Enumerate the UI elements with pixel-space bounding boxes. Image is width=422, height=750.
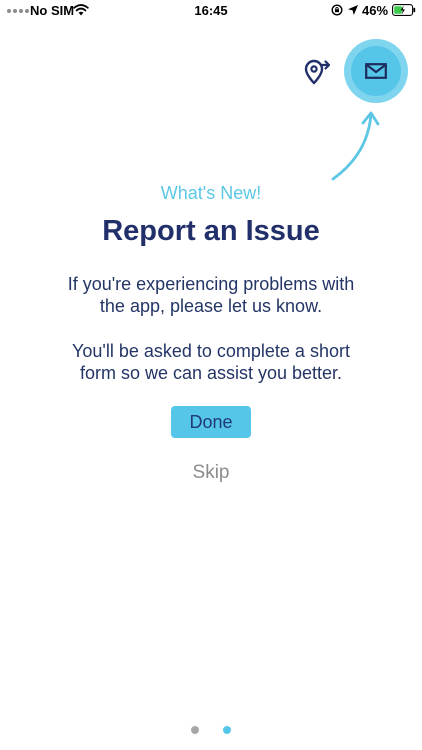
status-bar: No SIM 16:45 46% [0,0,422,22]
whats-new-label: What's New! [160,183,262,203]
battery-charging-icon [392,4,416,16]
description-line: form so we can assist you better. [79,363,343,383]
description-paragraph-1: If you're experiencing problems with the… [0,273,422,317]
page-title: Report an Issue [102,215,320,247]
mail-icon [365,63,387,79]
map-pin-arrow-icon[interactable] [303,58,331,86]
report-issue-button[interactable] [351,46,401,96]
location-arrow-icon [348,5,358,15]
skip-button[interactable]: Skip [171,459,251,487]
description-paragraph-2: You'll be asked to complete a short form… [0,340,422,384]
done-button[interactable]: Done [171,406,251,438]
page-dot[interactable] [191,726,199,734]
description-line: You'll be asked to complete a short [72,341,350,361]
description-line: If you're experiencing problems with [67,274,355,294]
description-line: the app, please let us know. [99,296,323,316]
rotation-lock-icon [331,4,343,16]
battery-percentage: 46% [362,3,389,18]
pointer-arrow [331,111,380,181]
page-dot[interactable] [223,726,231,734]
page-indicator [0,726,422,734]
